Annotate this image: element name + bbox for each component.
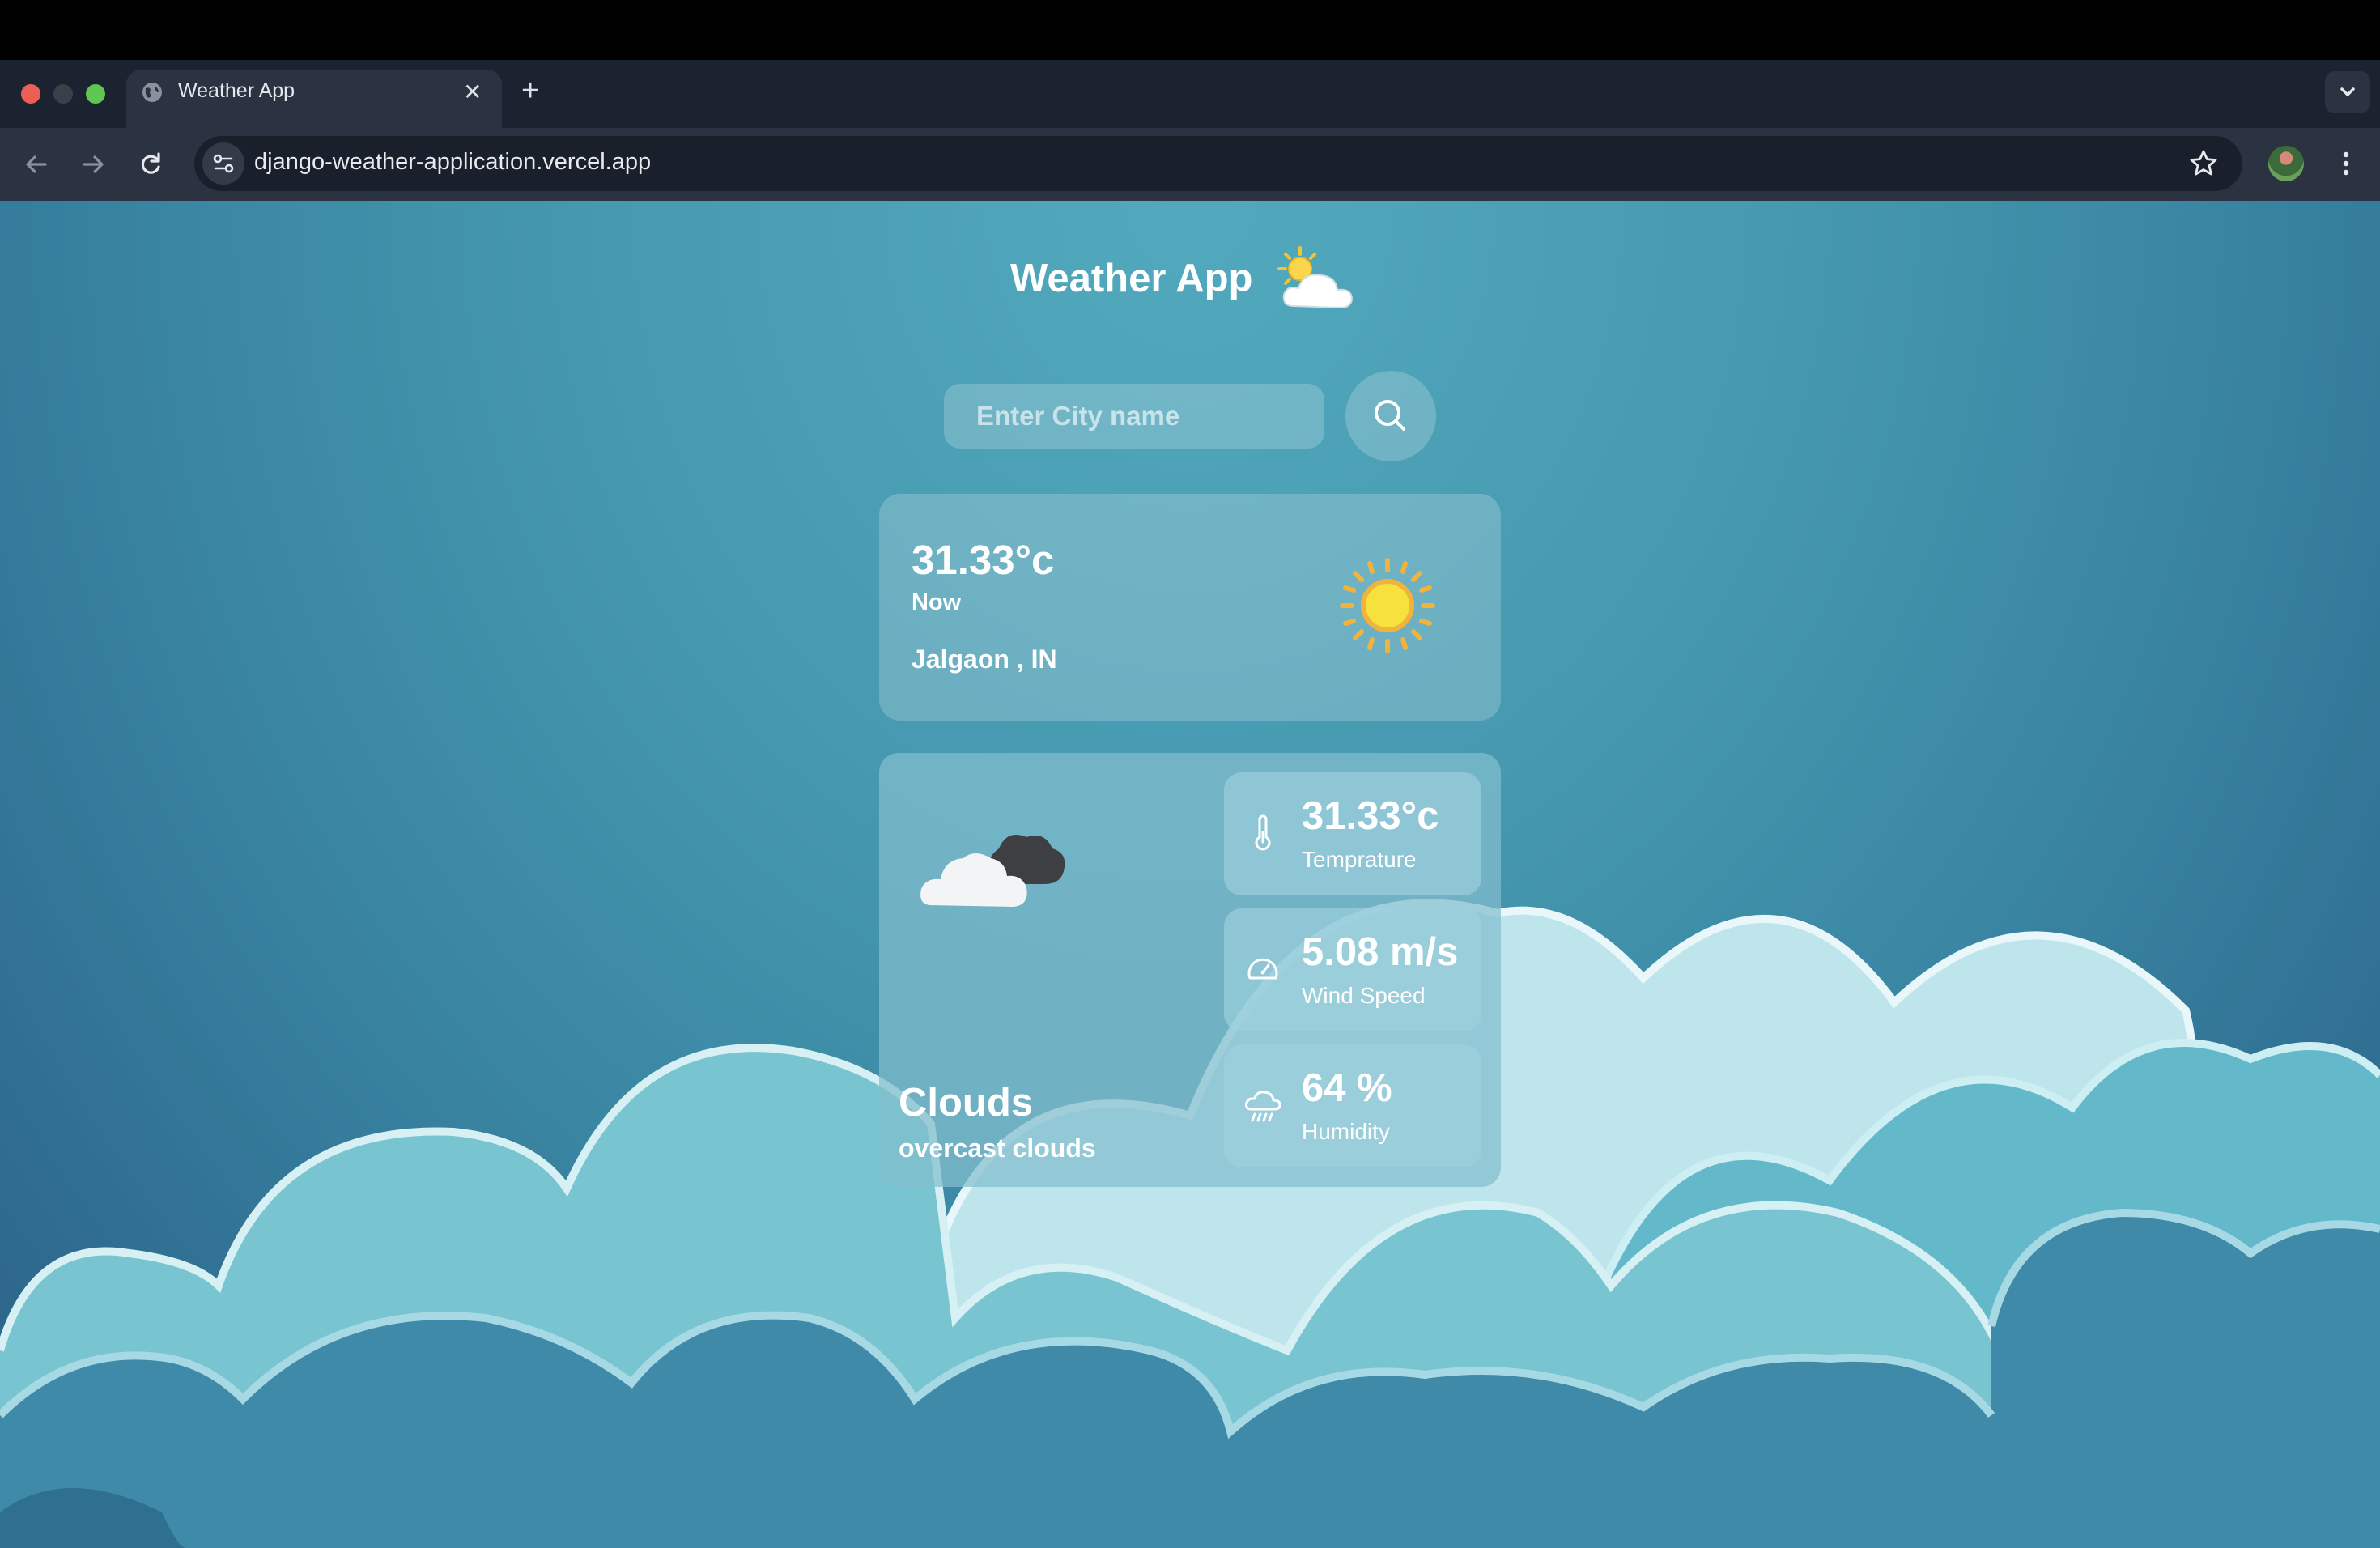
close-icon[interactable]: ✕ xyxy=(463,78,482,107)
stat-card-wind-speed: 5.08 m/s Wind Speed xyxy=(1224,908,1481,1031)
thermometer-icon xyxy=(1255,814,1271,851)
tab-search-button[interactable] xyxy=(2325,71,2370,113)
stat-value: 5.08 m/s xyxy=(1302,930,1459,974)
current-temperature: 31.33°c xyxy=(912,537,1055,583)
stat-card-humidity: 64 % Humidity xyxy=(1224,1044,1481,1167)
minimize-window-button[interactable] xyxy=(53,84,73,104)
stat-label: Humidity xyxy=(1302,1119,1390,1144)
site-settings-icon xyxy=(213,154,234,173)
search-input[interactable] xyxy=(944,384,1324,449)
stat-label: Wind Speed xyxy=(1302,983,1426,1008)
sun-icon xyxy=(1340,558,1435,653)
stat-value: 64 % xyxy=(1302,1066,1392,1110)
current-time-label: Now xyxy=(912,589,962,615)
condition-description: overcast clouds xyxy=(899,1133,1096,1163)
gauge-icon xyxy=(1247,958,1278,980)
reload-icon[interactable] xyxy=(131,144,172,185)
back-arrow-icon[interactable] xyxy=(16,144,57,185)
chevron-down-icon xyxy=(2340,87,2355,96)
site-info-button[interactable] xyxy=(202,142,244,185)
search-icon xyxy=(1375,400,1405,431)
avatar[interactable] xyxy=(2268,146,2304,181)
page-viewport: Weather App 31.33°c Now Jalgaon , IN xyxy=(0,201,2380,1548)
rain-cloud-icon xyxy=(1245,1091,1281,1122)
url-text[interactable]: django-weather-application.vercel.app xyxy=(254,149,651,176)
globe-icon xyxy=(142,83,162,102)
page-title: Weather App xyxy=(1010,257,1253,300)
cloud-icon xyxy=(920,835,1065,907)
sun-behind-cloud-icon xyxy=(1277,246,1354,309)
location-label: Jalgaon , IN xyxy=(912,644,1057,674)
stat-value: 31.33°c xyxy=(1302,794,1439,838)
stat-card-temperature: 31.33°c Temprature xyxy=(1224,772,1481,895)
search-button[interactable] xyxy=(1345,371,1436,461)
kebab-menu-icon[interactable] xyxy=(2331,146,2361,181)
star-icon[interactable] xyxy=(2186,146,2221,181)
maximize-window-button[interactable] xyxy=(86,84,105,104)
condition-title: Clouds xyxy=(899,1081,1034,1125)
tab-title: Weather App xyxy=(178,79,295,102)
forward-arrow-icon[interactable] xyxy=(73,144,113,185)
close-window-button[interactable] xyxy=(21,84,40,104)
plus-icon[interactable]: + xyxy=(521,74,539,107)
stat-label: Temprature xyxy=(1302,847,1417,872)
